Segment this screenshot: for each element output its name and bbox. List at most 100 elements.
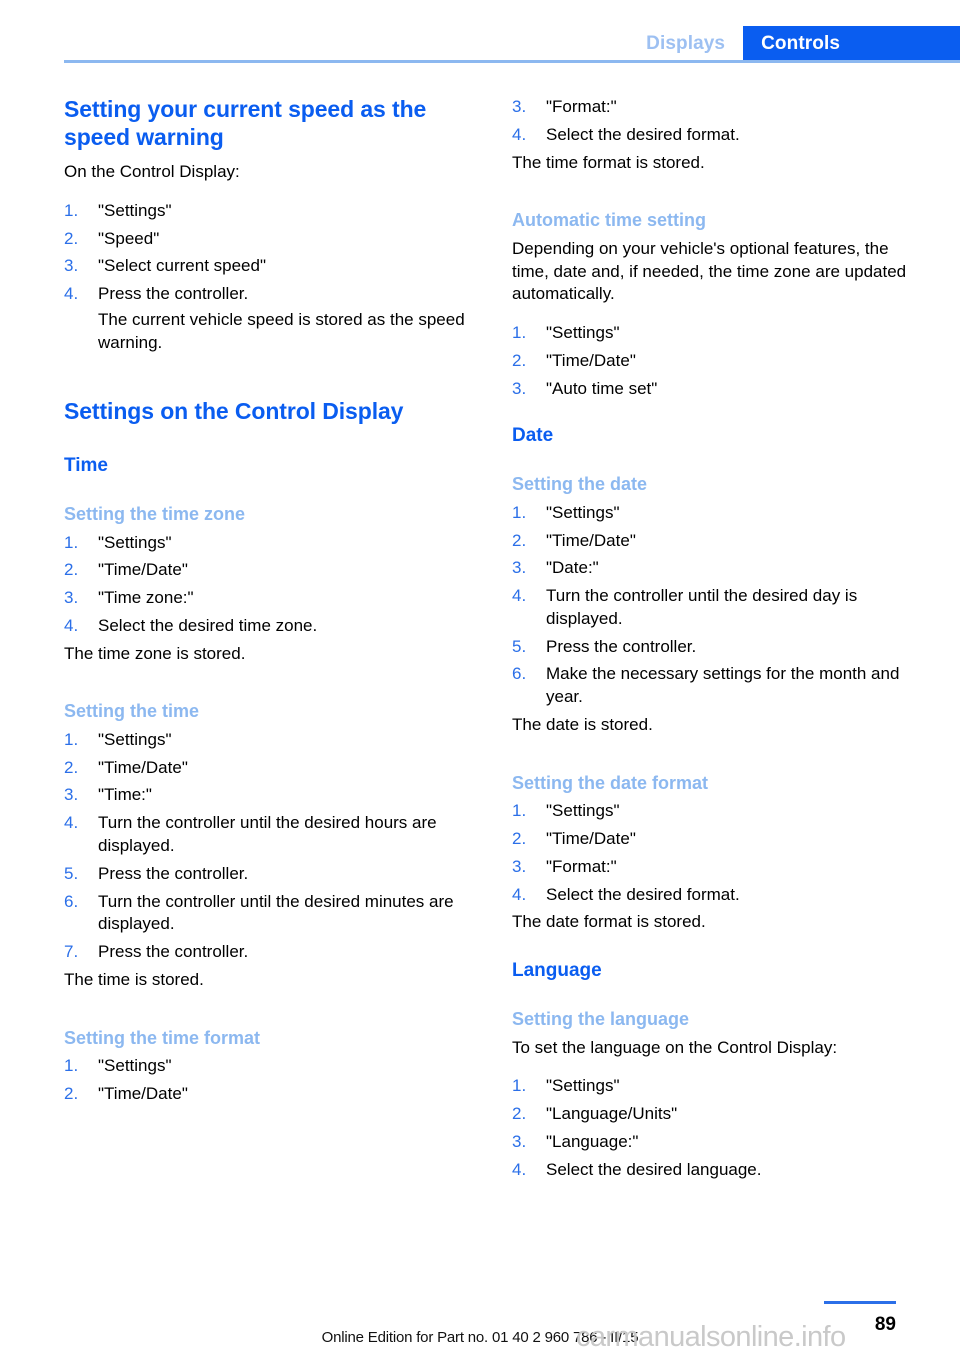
heading-date: Date <box>512 425 554 447</box>
heading-setting-time-zone: Setting the time zone <box>64 503 246 524</box>
step-text: "Settings" <box>546 502 620 522</box>
step-text: "Settings" <box>98 532 172 552</box>
heading-speed-warning: Setting your current speed as the speed … <box>64 96 427 150</box>
step-text: "Time/Date" <box>98 757 188 777</box>
step-text: "Time/Date" <box>546 829 636 849</box>
step-text: Turn the controller until the desired ho… <box>98 813 437 856</box>
heading-time: Time <box>64 455 109 477</box>
list-item: Turn the controller until the desired ho… <box>64 812 480 858</box>
list-item: "Settings" <box>64 1055 480 1078</box>
step-text: "Settings" <box>98 1056 172 1076</box>
list-item: Turn the controller until the desired mi… <box>64 891 480 937</box>
list-item: Select the desired time zone. <box>64 615 480 638</box>
heading-setting-the-date: Setting the date <box>512 474 648 495</box>
list-item: "Time/Date" <box>512 530 928 553</box>
step-text: "Settings" <box>98 200 172 220</box>
step-text: Select the desired time zone. <box>98 615 318 635</box>
step-text: Select the desired format. <box>546 124 740 144</box>
steps-time-format: "Settings" "Time/Date" <box>64 1055 480 1106</box>
list-item: "Language/Units" <box>512 1103 928 1126</box>
list-item: Select the desired format. <box>512 124 928 147</box>
step-text: Select the desired format. <box>546 884 740 904</box>
step-text: "Language/Units" <box>546 1104 678 1124</box>
list-item: "Settings" <box>64 729 480 752</box>
page-body: Setting your current speed as the speed … <box>0 0 960 1362</box>
list-item: "Settings" <box>512 322 928 345</box>
step-text: Turn the controller until the desired mi… <box>98 891 454 934</box>
list-item: Press the controller. <box>64 941 480 964</box>
step-text: Press the controller. <box>98 284 249 304</box>
heading-settings-control-display: Settings on the Control Display <box>64 397 404 424</box>
heading-automatic-time-setting: Automatic time setting <box>512 210 707 231</box>
list-item: Make the necessary settings for the mont… <box>512 663 928 709</box>
page-footer: 89 Online Edition for Part no. 01 40 2 9… <box>0 1284 960 1362</box>
steps-speed-warning: "Settings" "Speed" "Select current speed… <box>64 200 480 355</box>
step-text: "Settings" <box>546 1076 620 1096</box>
list-item: "Date:" <box>512 557 928 580</box>
footer-divider <box>824 1301 896 1304</box>
step-text: "Settings" <box>546 323 620 343</box>
list-item: "Format:" <box>512 96 928 119</box>
list-item: "Speed" <box>64 228 480 251</box>
list-item: Press the controller. The current vehicl… <box>64 283 480 354</box>
list-item: Turn the controller until the desired da… <box>512 585 928 631</box>
steps-time-zone: "Settings" "Time/Date" "Time zone:" Sele… <box>64 532 480 638</box>
list-item: "Time/Date" <box>64 757 480 780</box>
step-text: "Select current speed" <box>98 256 266 276</box>
list-item: Select the desired language. <box>512 1159 928 1182</box>
list-item: "Time/Date" <box>64 1083 480 1106</box>
step-text: "Auto time set" <box>546 378 658 398</box>
steps-automatic-time: "Settings" "Time/Date" "Auto time set" <box>512 322 928 400</box>
step-continuation: The current vehicle speed is stored as t… <box>98 310 465 352</box>
result-date-format-stored: The date format is stored. <box>512 912 706 932</box>
step-text: Press the controller. <box>98 942 249 962</box>
list-item: "Time/Date" <box>64 559 480 582</box>
result-time-format-stored: The time format is stored. <box>512 152 705 172</box>
list-item: "Time/Date" <box>512 350 928 373</box>
list-item: "Auto time set" <box>512 378 928 401</box>
step-text: "Format:" <box>546 856 617 876</box>
step-text: "Language:" <box>546 1131 639 1151</box>
step-text: Press the controller. <box>98 863 249 883</box>
steps-date: "Settings" "Time/Date" "Date:" Turn the … <box>512 502 928 709</box>
heading-setting-time: Setting the time <box>64 701 200 722</box>
right-column: "Format:" Select the desired format. The… <box>512 96 928 1186</box>
result-time-stored: The time is stored. <box>64 969 204 989</box>
list-item: "Language:" <box>512 1131 928 1154</box>
step-text: "Time/Date" <box>546 530 636 550</box>
step-text: "Date:" <box>546 558 599 578</box>
list-item: "Time/Date" <box>512 828 928 851</box>
heading-setting-the-language: Setting the language <box>512 1008 690 1029</box>
steps-time: "Settings" "Time/Date" "Time:" Turn the … <box>64 729 480 964</box>
intro-language: To set the language on the Control Displ… <box>512 1037 838 1057</box>
heading-language: Language <box>512 960 602 982</box>
step-text: "Settings" <box>98 729 172 749</box>
step-text: "Time zone:" <box>98 588 194 608</box>
list-item: "Select current speed" <box>64 255 480 278</box>
list-item: Select the desired format. <box>512 884 928 907</box>
list-item: Press the controller. <box>64 863 480 886</box>
list-item: "Settings" <box>512 502 928 525</box>
list-item: "Time:" <box>64 784 480 807</box>
step-text: Turn the controller until the desired da… <box>546 586 858 628</box>
list-item: Press the controller. <box>512 636 928 659</box>
steps-date-format: "Settings" "Time/Date" "Format:" Select … <box>512 800 928 906</box>
steps-language: "Settings" "Language/Units" "Language:" … <box>512 1075 928 1181</box>
list-item: "Settings" <box>512 1075 928 1098</box>
watermark-text: carmanualsonline.info <box>576 1321 846 1353</box>
steps-time-format-continued: "Format:" Select the desired format. <box>512 96 928 147</box>
step-text: Press the controller. <box>546 636 697 656</box>
list-item: "Time zone:" <box>64 587 480 610</box>
